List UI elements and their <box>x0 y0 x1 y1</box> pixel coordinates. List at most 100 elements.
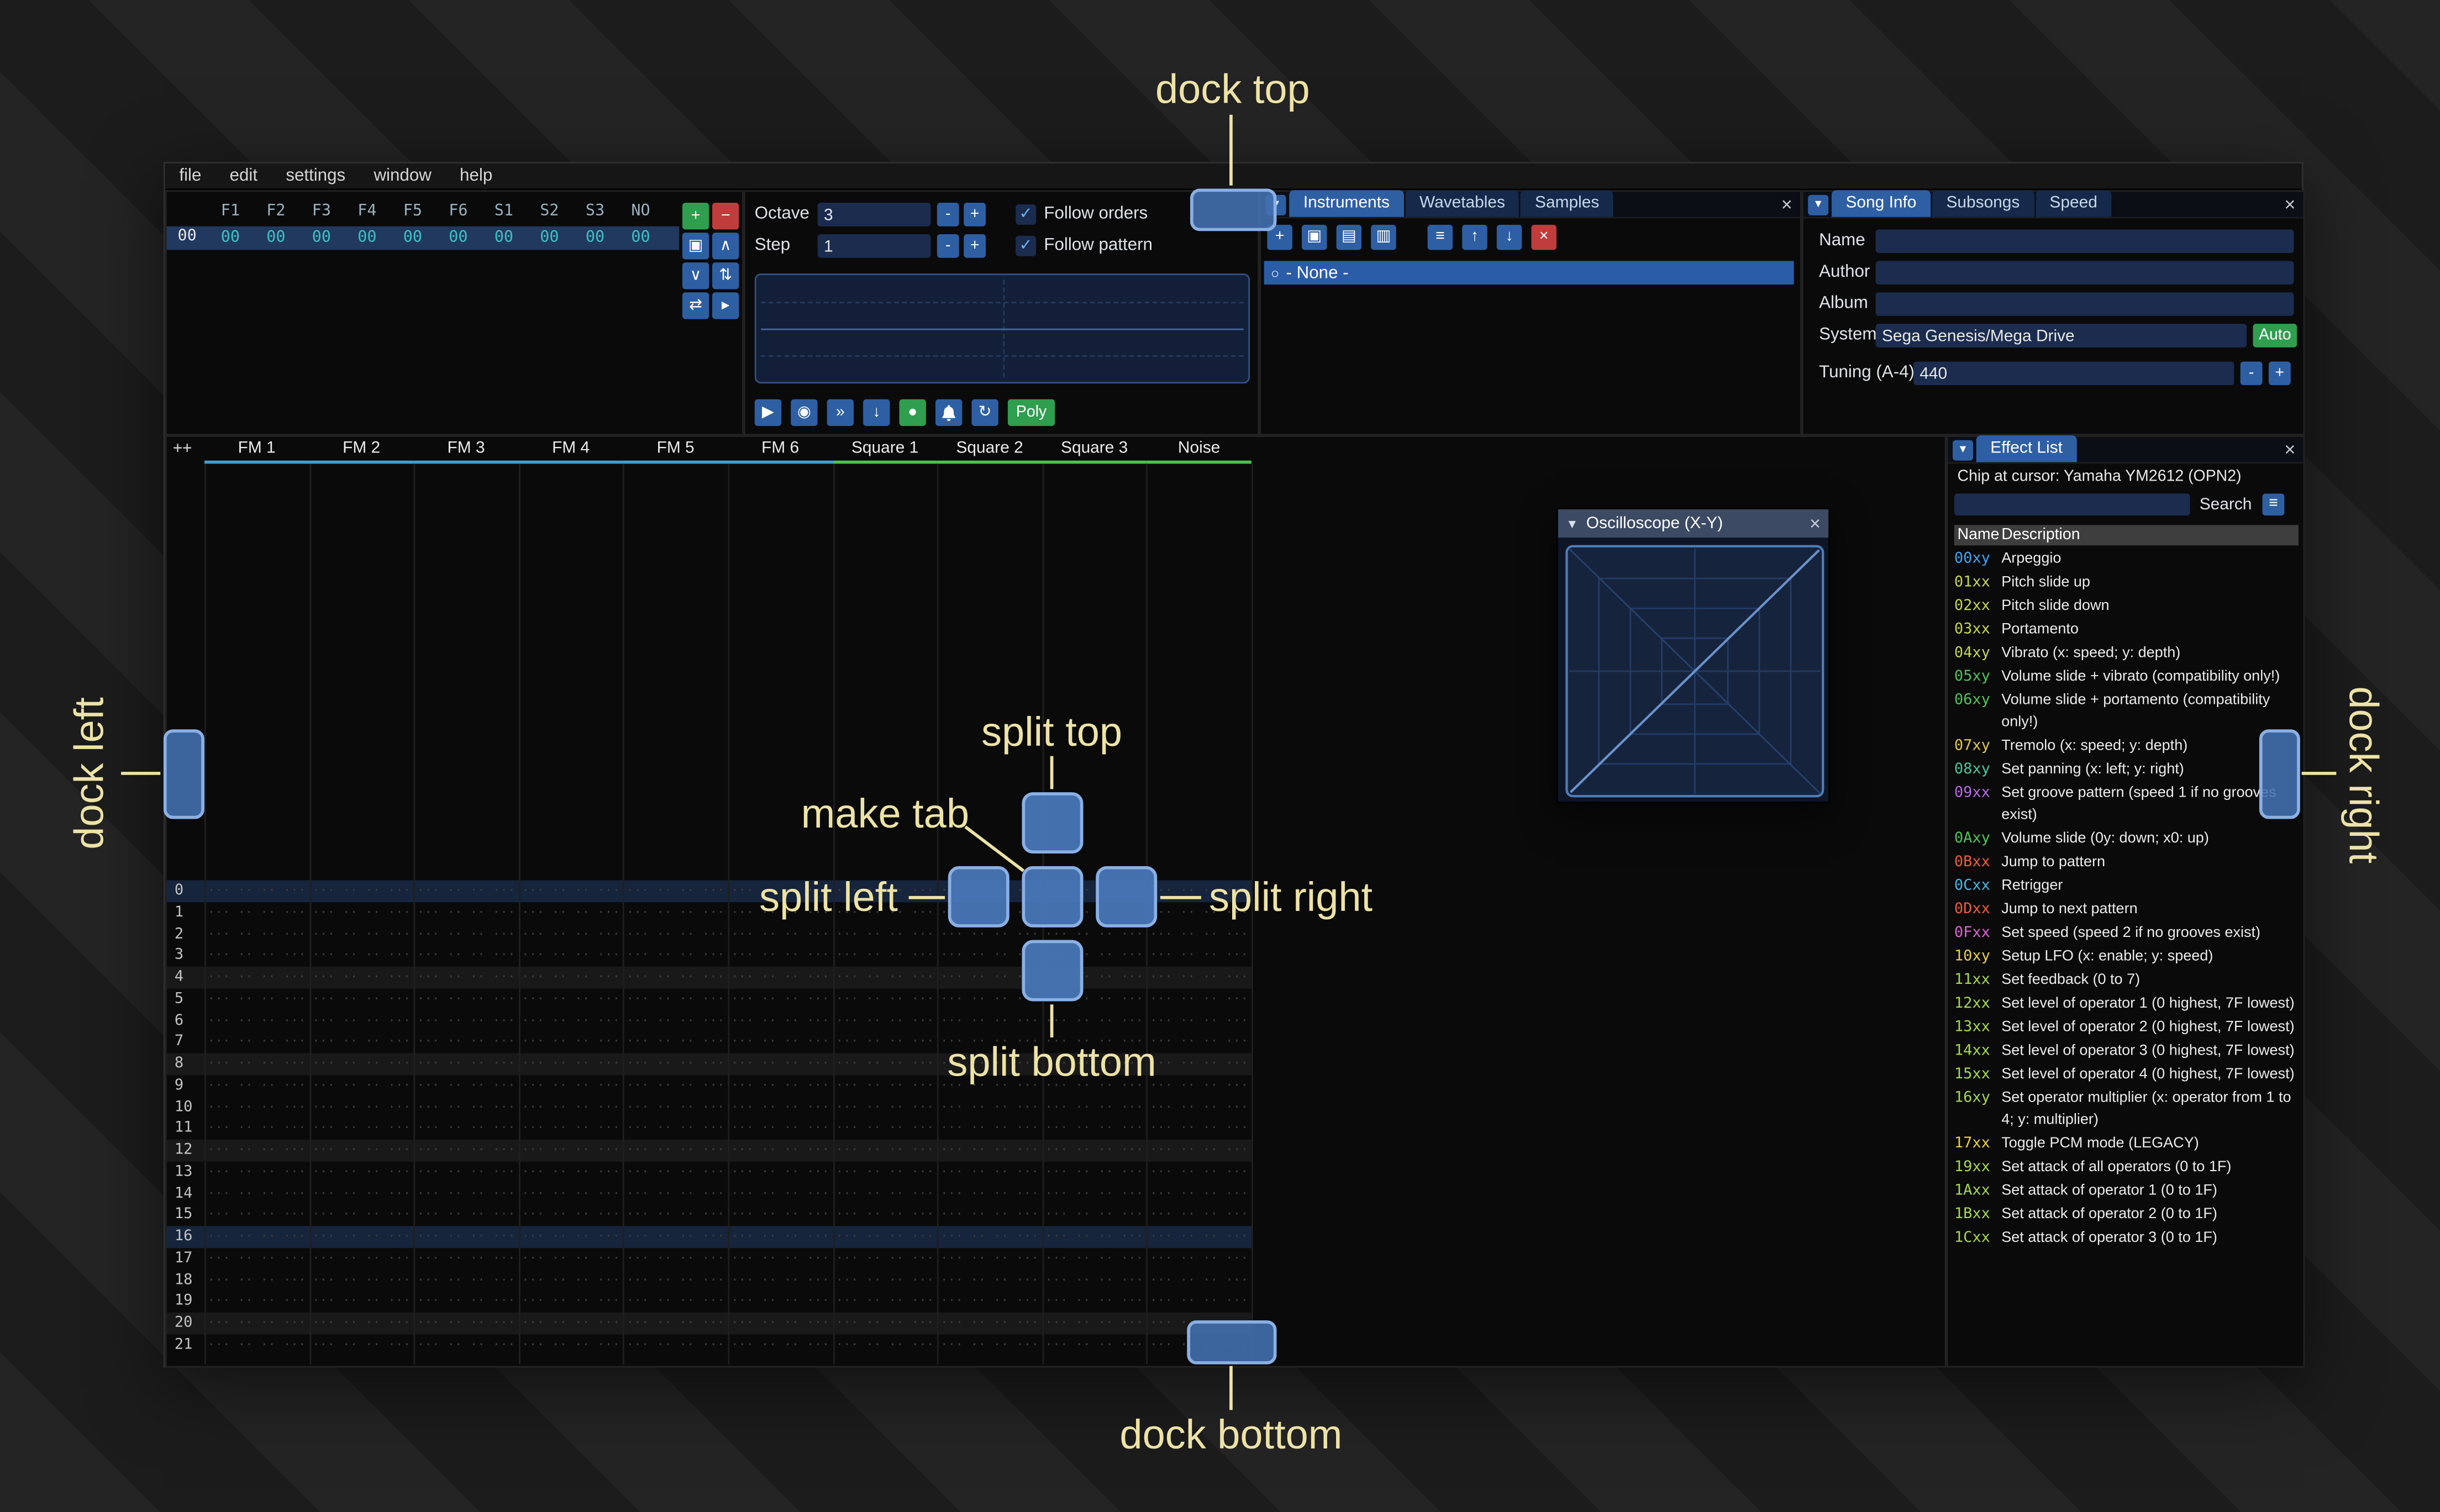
pattern-cell[interactable]: ··· ·· ·· ··· <box>414 1118 518 1140</box>
pattern-cell[interactable]: ··· ·· ·· ··· <box>204 1140 309 1161</box>
order-cell[interactable]: 00 <box>253 226 299 250</box>
effect-row-04xy[interactable]: 04xy Vibrato (x: speed; y: depth) <box>1954 641 2302 665</box>
effect-row-10xy[interactable]: 10xy Setup LFO (x: enable; y: speed) <box>1954 945 2302 968</box>
pattern-cell[interactable]: ··· ·· ·· ··· <box>414 1226 518 1247</box>
pattern-cell[interactable]: ··· ·· ·· ··· <box>623 1291 728 1313</box>
asset-tab-instruments[interactable]: Instruments <box>1289 190 1404 217</box>
pattern-cell[interactable]: ··· ·· ·· ··· <box>937 1075 1042 1097</box>
album-field[interactable] <box>1875 292 2294 316</box>
pattern-cell[interactable]: ··· ·· ·· ··· <box>1147 1226 1251 1247</box>
effect-row-1bxx[interactable]: 1Bxx Set attack of operator 2 (0 to 1F) <box>1954 1203 2302 1226</box>
order-cell[interactable]: 00 <box>435 226 481 250</box>
pattern-cell[interactable]: ··· ·· ·· ··· <box>204 945 309 967</box>
pattern-cell[interactable]: ··· ·· ·· ··· <box>518 924 623 945</box>
effect-row-0cxx[interactable]: 0Cxx Retrigger <box>1954 874 2302 898</box>
pattern-cell[interactable]: ··· ·· ·· ··· <box>1147 1031 1251 1053</box>
instrument-list-item[interactable]: ○ - None - <box>1264 261 1794 285</box>
pattern-cell[interactable]: ··· ·· ·· ··· <box>937 1248 1042 1269</box>
pattern-cell[interactable]: ··· ·· ·· ··· <box>309 924 413 945</box>
pattern-cell[interactable]: ··· ·· ·· ··· <box>833 1053 937 1074</box>
pattern-row[interactable]: 0 ··· ·· ·· ··· ··· ·· ·· ··· ··· ·· ·· ···… <box>166 880 1251 902</box>
effect-row-15xx[interactable]: 15xx Set level of operator 4 (0 highest, … <box>1954 1062 2302 1086</box>
effect-row-06xy[interactable]: 06xy Volume slide + portamento (compatibi… <box>1954 688 2302 734</box>
pattern-cell[interactable]: ··· ·· ·· ··· <box>937 1010 1042 1031</box>
pattern-cell[interactable]: ··· ·· ·· ··· <box>833 1183 937 1204</box>
play-button[interactable]: ▶ <box>754 399 782 426</box>
pattern-row[interactable]: 10 ··· ·· ·· ··· ··· ·· ·· ··· ··· ·· ·· ··… <box>167 1097 1251 1118</box>
pattern-cell[interactable]: ··· ·· ·· ··· <box>1147 902 1251 924</box>
pattern-cell[interactable]: ··· ·· ·· ··· <box>309 1118 413 1140</box>
menu-item-edit[interactable]: edit <box>215 164 272 189</box>
pattern-cell[interactable]: ··· ·· ·· ··· <box>833 1313 937 1334</box>
pattern-cell[interactable]: ··· ·· ·· ··· <box>623 1010 728 1031</box>
asset-tab-samples[interactable]: Samples <box>1521 190 1613 217</box>
pattern-row[interactable]: 14 ··· ·· ·· ··· ··· ·· ·· ··· ··· ·· ·· ··… <box>167 1183 1251 1204</box>
pattern-cell[interactable]: ··· ·· ·· ··· <box>309 1226 413 1247</box>
tuning-decrease-button[interactable]: - <box>2240 361 2263 386</box>
effect-row-08xy[interactable]: 08xy Set panning (x: left; y: right) <box>1954 757 2302 781</box>
pattern-cell[interactable]: ··· ·· ·· ··· <box>623 945 728 967</box>
pattern-cell[interactable]: ··· ·· ·· ··· <box>518 1053 623 1074</box>
pattern-cell[interactable]: ··· ·· ·· ··· <box>1042 1313 1147 1334</box>
pattern-cell[interactable]: ··· ·· ·· ··· <box>1042 1183 1147 1204</box>
song-tab-subsongs[interactable]: Subsongs <box>1932 190 2034 217</box>
pattern-cell[interactable]: ··· ·· ·· ··· <box>728 1161 832 1183</box>
pattern-cell[interactable]: ··· ·· ·· ··· <box>518 1226 623 1247</box>
tuning-increase-button[interactable]: + <box>2268 361 2291 386</box>
pattern-cell[interactable]: ··· ·· ·· ··· <box>204 1075 309 1097</box>
effect-row-16xy[interactable]: 16xy Set operator multiplier (x: operator… <box>1954 1086 2302 1132</box>
pattern-cell[interactable]: ··· ·· ·· ··· <box>623 1140 728 1161</box>
pattern-cell[interactable]: ··· ·· ·· ··· <box>204 1334 309 1356</box>
pattern-cell[interactable]: ··· ·· ·· ··· <box>1042 1010 1147 1031</box>
pattern-cell[interactable]: ··· ·· ·· ··· <box>414 1010 518 1031</box>
pattern-cell[interactable]: ··· ·· ·· ··· <box>414 988 518 1010</box>
pattern-cell[interactable]: ··· ·· ·· ··· <box>518 1313 623 1334</box>
octave-increase-button[interactable]: + <box>964 203 986 226</box>
pattern-cell[interactable]: ··· ·· ·· ··· <box>937 1313 1042 1334</box>
system-field[interactable] <box>1875 324 2247 347</box>
play-one-row-button[interactable]: » <box>827 399 854 426</box>
effect-row-03xx[interactable]: 03xx Portamento <box>1954 618 2302 641</box>
move-order-down-button[interactable]: ∨ <box>682 262 709 289</box>
pattern-cell[interactable]: ··· ·· ·· ··· <box>309 1291 413 1313</box>
duplicate-instrument-button[interactable]: ▣ <box>1301 224 1327 250</box>
pattern-cell[interactable]: ··· ·· ·· ··· <box>623 1183 728 1204</box>
pattern-row[interactable]: 6 ··· ·· ·· ··· ··· ·· ·· ··· ··· ·· ·· ···… <box>167 1010 1251 1031</box>
pattern-cell[interactable]: ··· ·· ·· ··· <box>623 902 728 924</box>
effect-row-13xx[interactable]: 13xx Set level of operator 2 (0 highest, … <box>1954 1015 2302 1039</box>
pattern-cell[interactable]: ··· ·· ·· ··· <box>204 1118 309 1140</box>
pattern-cell[interactable]: ··· ·· ·· ··· <box>833 924 937 945</box>
pattern-cell[interactable]: ··· ·· ·· ··· <box>728 1204 832 1226</box>
pattern-row[interactable]: 4 ··· ·· ·· ··· ··· ·· ·· ··· ··· ·· ·· ···… <box>166 966 1251 989</box>
dock-left-handle[interactable] <box>163 729 204 819</box>
play-from-beginning-button[interactable]: ◉ <box>791 399 818 426</box>
menu-item-file[interactable]: file <box>165 164 215 189</box>
pattern-cell[interactable]: ··· ·· ·· ··· <box>1147 924 1251 945</box>
effect-row-14xx[interactable]: 14xx Set level of operator 3 (0 highest, … <box>1954 1039 2302 1063</box>
menu-item-settings[interactable]: settings <box>272 164 360 189</box>
instrument-folders-button[interactable]: ≡ <box>1427 224 1453 250</box>
pattern-cell[interactable]: ··· ·· ·· ··· <box>937 1183 1042 1204</box>
pattern-cell[interactable]: ··· ·· ·· ··· <box>414 1334 518 1356</box>
pattern-row[interactable]: 21 ··· ·· ·· ··· ··· ·· ·· ··· ··· ·· ·· ··… <box>167 1334 1251 1356</box>
pattern-cell[interactable]: ··· ·· ·· ··· <box>1147 1053 1251 1074</box>
order-row[interactable]: 00 00 00 00 00 00 00 00 00 00 00 <box>166 226 680 250</box>
pattern-cell[interactable]: ··· ·· ·· ··· <box>623 1204 728 1226</box>
effect-list-tab[interactable]: Effect List <box>1976 435 2077 462</box>
pattern-cell[interactable]: ··· ·· ·· ··· <box>518 1269 623 1291</box>
name-field[interactable] <box>1875 229 2294 254</box>
step-input[interactable] <box>817 234 931 258</box>
pattern-cell[interactable]: ··· ·· ·· ··· <box>728 945 832 967</box>
pattern-cell[interactable]: ··· ·· ·· ··· <box>309 880 413 902</box>
pattern-cell[interactable]: ··· ·· ·· ··· <box>623 1031 728 1053</box>
repeat-pattern-button[interactable]: ↻ <box>971 399 998 426</box>
pattern-cell[interactable]: ··· ·· ·· ··· <box>1042 1204 1147 1226</box>
pattern-cell[interactable]: ··· ·· ·· ··· <box>1042 1248 1147 1269</box>
pattern-cell[interactable]: ··· ·· ·· ··· <box>414 1075 518 1097</box>
pattern-row[interactable]: 13 ··· ·· ·· ··· ··· ·· ·· ··· ··· ·· ·· ··… <box>167 1161 1251 1183</box>
pattern-cell[interactable]: ··· ·· ·· ··· <box>1042 1291 1147 1313</box>
order-cell[interactable]: 00 <box>481 226 527 250</box>
order-cell[interactable]: 00 <box>618 226 664 250</box>
pattern-cell[interactable]: ··· ·· ·· ··· <box>1147 967 1251 988</box>
dock-top-handle[interactable] <box>1190 188 1277 231</box>
